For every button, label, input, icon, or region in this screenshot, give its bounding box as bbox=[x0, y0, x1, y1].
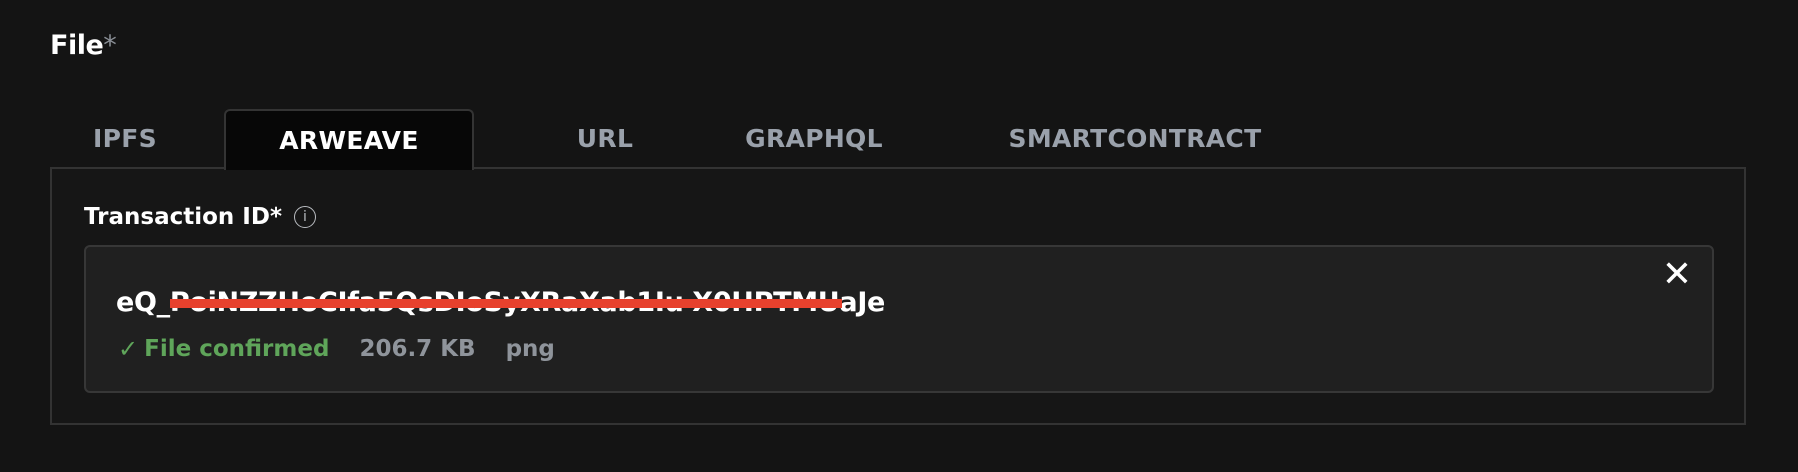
close-icon[interactable]: ✕ bbox=[1662, 257, 1692, 293]
file-extension: png bbox=[505, 336, 555, 362]
file-meta: ✓ File confirmed 206.7 KB png bbox=[118, 335, 555, 363]
required-asterisk: * bbox=[103, 30, 117, 61]
transaction-id-label-text: Transaction ID* bbox=[84, 204, 282, 230]
info-icon[interactable]: i bbox=[293, 206, 316, 228]
tab-ipfs[interactable]: IPFS bbox=[50, 109, 200, 168]
check-icon: ✓ bbox=[118, 335, 139, 363]
file-size: 206.7 KB bbox=[359, 336, 476, 362]
arweave-panel: Transaction ID* i eQ_PoiNZZHoCIfa5QsDIoS… bbox=[50, 167, 1746, 425]
redaction-bar bbox=[170, 299, 842, 308]
tab-smartcontract[interactable]: SMARTCONTRACT bbox=[935, 109, 1335, 168]
uploaded-file-card: eQ_PoiNZZHoCIfa5QsDIoSyXRaXab1Iu-X0HPTMU… bbox=[84, 245, 1714, 393]
file-field-label: File* bbox=[50, 30, 117, 61]
file-status: ✓ File confirmed bbox=[118, 335, 329, 363]
tab-graphql[interactable]: GRAPHQL bbox=[664, 109, 964, 168]
storage-tabs: IPFS ARWEAVE URL GRAPHQL SMARTCONTRACT bbox=[50, 109, 1746, 170]
file-label-text: File bbox=[50, 30, 104, 61]
tab-arweave[interactable]: ARWEAVE bbox=[224, 109, 474, 170]
file-status-text: File confirmed bbox=[144, 336, 330, 362]
transaction-id-label: Transaction ID* i bbox=[84, 204, 316, 230]
